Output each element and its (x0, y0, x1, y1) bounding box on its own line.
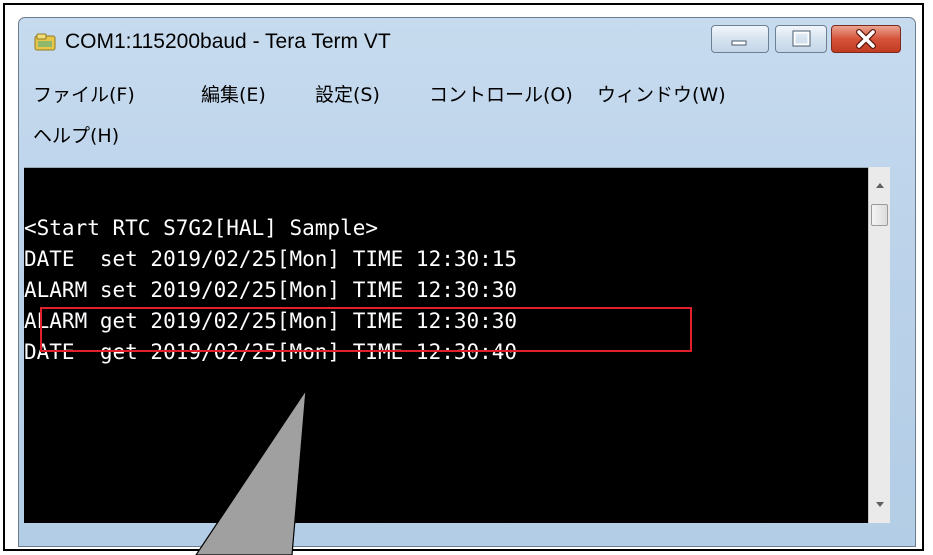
callout-pointer (195, 389, 307, 555)
